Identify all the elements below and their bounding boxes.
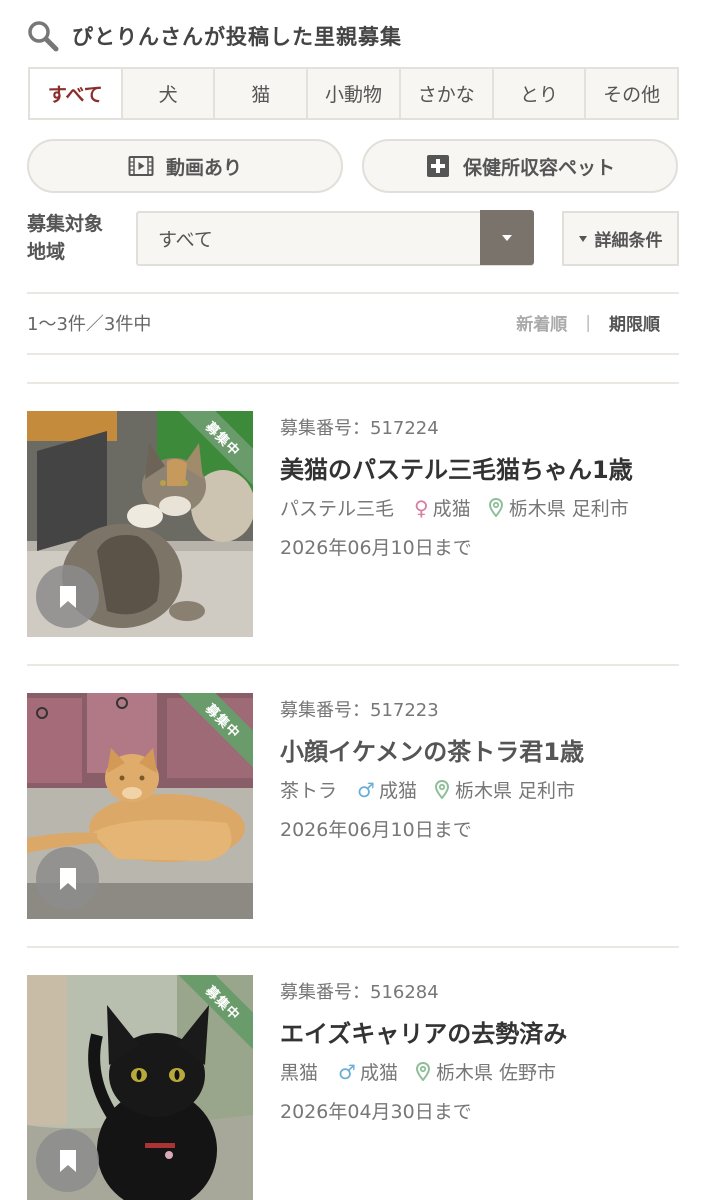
- detail-conditions-label: 詳細条件: [594, 231, 663, 251]
- shelter-filter-label: 保健所収容ペット: [462, 156, 615, 179]
- category-tabs: すべて 犬 猫 小動物 さかな とり その他: [28, 67, 679, 120]
- location-pin-icon: [415, 1062, 430, 1081]
- listing-meta: パステル三毛 ♀ 成猫 栃木県 足利市: [280, 494, 679, 521]
- deadline: 2026年06月10日まで: [280, 819, 472, 841]
- area-select-value: すべて: [158, 229, 213, 251]
- listing-meta: 茶トラ ♂ 成猫 栃木県 足利市: [280, 776, 679, 803]
- page-header: ぴとりんさんが投稿した里親募集: [26, 18, 402, 54]
- location-pin-icon: [488, 498, 503, 517]
- pet-photo[interactable]: 募集中: [27, 693, 253, 919]
- sort-newest[interactable]: 新着順: [516, 310, 567, 335]
- tab-other[interactable]: その他: [586, 69, 678, 118]
- video-filter-label: 動画あり: [165, 156, 242, 179]
- listing-card[interactable]: 募集中 募集番号：517224 美猫のパステル三毛猫ちゃん1歳 パステル三毛 ♀…: [27, 411, 679, 637]
- listing-title[interactable]: 小顔イケメンの茶トラ君1歳: [280, 734, 679, 770]
- divider: [27, 946, 679, 948]
- deadline: 2026年06月10日まで: [280, 537, 472, 559]
- tab-fish[interactable]: さかな: [400, 69, 494, 118]
- sex-age: ♀ 成猫: [414, 494, 471, 521]
- male-icon: ♂: [338, 1059, 356, 1084]
- search-icon: [26, 19, 60, 53]
- breed: パステル三毛: [280, 498, 395, 520]
- bookmark-icon: [59, 585, 76, 608]
- video-icon: [128, 155, 154, 177]
- listing-card[interactable]: 募集中 募集番号：517223 小顔イケメンの茶トラ君1歳 茶トラ ♂ 成猫 栃…: [27, 693, 679, 919]
- listing-info: 募集番号：517224 美猫のパステル三毛猫ちゃん1歳 パステル三毛 ♀ 成猫 …: [280, 411, 679, 560]
- result-count: 1〜3件／3件中: [27, 314, 152, 335]
- bookmark-button[interactable]: [36, 1129, 99, 1192]
- sex-age: ♂ 成猫: [357, 776, 417, 803]
- female-icon: ♀: [414, 495, 429, 520]
- listing-number: 募集番号：516284: [280, 982, 439, 1003]
- area-select[interactable]: すべて: [136, 210, 534, 266]
- chevron-down-icon[interactable]: [480, 210, 534, 265]
- area-label: 募集対象 地域: [27, 210, 103, 266]
- triangle-down-icon: [578, 235, 587, 242]
- bookmark-icon: [59, 867, 76, 890]
- bookmark-icon: [59, 1149, 76, 1172]
- sex-age: ♂ 成猫: [338, 1058, 398, 1085]
- bookmark-button[interactable]: [36, 565, 99, 628]
- listing-info: 募集番号：516284 エイズキャリアの去勢済み 黒猫 ♂ 成猫 栃木県 佐野市…: [280, 975, 679, 1124]
- pet-photo[interactable]: 募集中: [27, 411, 253, 637]
- area-label-line2: 地域: [27, 241, 66, 263]
- listing-title[interactable]: 美猫のパステル三毛猫ちゃん1歳: [280, 452, 679, 488]
- divider: [27, 292, 679, 294]
- pet-photo[interactable]: 募集中: [27, 975, 253, 1200]
- listing-number: 募集番号：517223: [280, 700, 439, 721]
- location: 栃木県 足利市: [488, 494, 629, 521]
- plus-icon: [425, 155, 451, 177]
- sort-separator: |: [585, 312, 591, 333]
- location: 栃木県 佐野市: [415, 1058, 557, 1085]
- listing-meta: 黒猫 ♂ 成猫 栃木県 佐野市: [280, 1058, 679, 1085]
- listing-number: 募集番号：517224: [280, 418, 439, 439]
- video-filter-button[interactable]: 動画あり: [27, 139, 343, 193]
- listing-info: 募集番号：517223 小顔イケメンの茶トラ君1歳 茶トラ ♂ 成猫 栃木県 足…: [280, 693, 679, 842]
- listing-card[interactable]: 募集中 募集番号：516284 エイズキャリアの去勢済み 黒猫 ♂ 成猫 栃木県…: [27, 975, 679, 1200]
- detail-conditions-button[interactable]: 詳細条件: [562, 211, 679, 266]
- sort-deadline[interactable]: 期限順: [609, 310, 660, 335]
- area-label-line1: 募集対象: [27, 213, 104, 235]
- shelter-filter-button[interactable]: 保健所収容ペット: [362, 139, 678, 193]
- divider: [27, 353, 679, 355]
- male-icon: ♂: [357, 777, 375, 802]
- bookmark-button[interactable]: [36, 847, 99, 910]
- location: 栃木県 足利市: [434, 776, 576, 803]
- tab-small-animal[interactable]: 小動物: [308, 69, 401, 118]
- breed: 黒猫: [280, 1062, 319, 1084]
- location-pin-icon: [434, 780, 449, 799]
- location-text: 栃木県 足利市: [508, 498, 629, 520]
- location-text: 栃木県 足利市: [454, 780, 576, 802]
- age: 成猫: [432, 498, 471, 520]
- deadline: 2026年04月30日まで: [280, 1101, 472, 1123]
- listing-title[interactable]: エイズキャリアの去勢済み: [280, 1016, 679, 1052]
- tab-all[interactable]: すべて: [30, 69, 123, 118]
- divider: [27, 382, 679, 384]
- page-title: ぴとりんさんが投稿した里親募集: [72, 25, 402, 49]
- age: 成猫: [359, 1062, 398, 1084]
- location-text: 栃木県 佐野市: [435, 1062, 557, 1084]
- divider: [27, 664, 679, 666]
- tab-dog[interactable]: 犬: [122, 69, 216, 118]
- breed: 茶トラ: [280, 780, 338, 802]
- tab-bird[interactable]: とり: [493, 69, 587, 118]
- sort-options: 新着順 | 期限順: [516, 310, 660, 336]
- tab-cat[interactable]: 猫: [215, 69, 309, 118]
- age: 成猫: [378, 780, 417, 802]
